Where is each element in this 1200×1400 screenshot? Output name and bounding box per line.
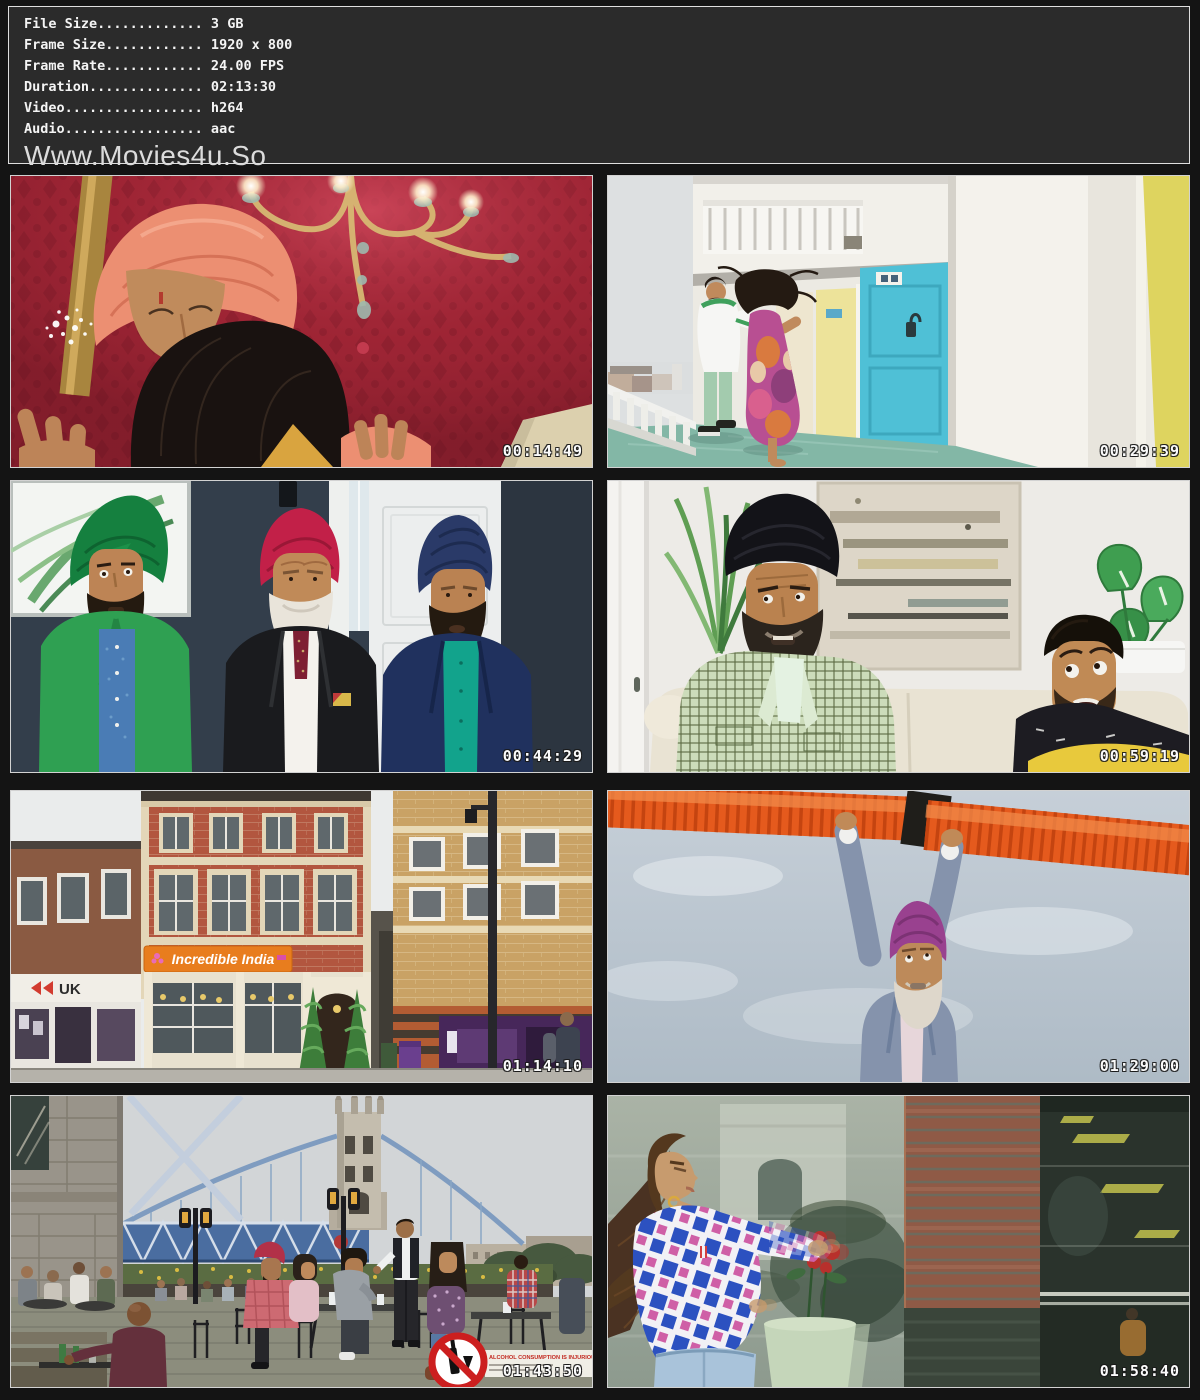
timestamp: 01:29:00 xyxy=(1100,1057,1180,1075)
abstract-painting xyxy=(818,483,1020,669)
shop-window xyxy=(1040,1096,1189,1387)
street-lamp-pole xyxy=(488,791,497,1082)
screenshot-cell-8: 01:58:40 xyxy=(607,1095,1190,1388)
alcohol-warning-text: ALCOHOL CONSUMPTION IS INJURIOUS xyxy=(489,1355,592,1361)
info-line-frame-rate: Frame Rate............ 24.00 FPS xyxy=(24,56,1189,77)
pink-jacket-woman xyxy=(289,1254,319,1322)
screenshot-4-image xyxy=(608,481,1189,772)
timestamp: 00:14:49 xyxy=(503,442,583,460)
media-info-sheet: File Size............. 3 GB Frame Size..… xyxy=(0,0,1200,1400)
screenshot-cell-5: UK xyxy=(10,790,593,1083)
distant-town xyxy=(608,362,693,394)
screenshot-7-image: ALCOHOL CONSUMPTION IS INJURIOUS xyxy=(11,1096,592,1387)
screenshot-cell-4: 00:59:19 xyxy=(607,480,1190,773)
screenshot-6-image xyxy=(608,791,1189,1082)
screenshot-2-image xyxy=(608,176,1189,467)
screenshot-5-image: UK xyxy=(11,791,592,1082)
screenshot-cell-2: 00:29:39 xyxy=(607,175,1190,468)
timestamp: 01:43:50 xyxy=(503,1362,583,1380)
right-hand xyxy=(353,414,409,461)
screenshot-1-image xyxy=(11,176,592,467)
timestamp: 01:58:40 xyxy=(1100,1362,1180,1380)
brick-pillar xyxy=(904,1096,1040,1387)
screenshot-cell-3: 00:44:29 xyxy=(10,480,593,773)
info-line-file-size: File Size............. 3 GB xyxy=(24,14,1189,35)
left-windows xyxy=(17,869,131,925)
chandelier-drop xyxy=(357,342,369,354)
timestamp: 00:44:29 xyxy=(503,747,583,765)
wall-lantern xyxy=(844,236,862,249)
timestamp: 00:59:19 xyxy=(1100,747,1180,765)
green-vase xyxy=(764,1317,870,1387)
incredible-india-building: Incredible India xyxy=(141,791,371,1082)
right-building xyxy=(381,791,592,1082)
info-line-duration: Duration.............. 02:13:30 xyxy=(24,77,1189,98)
screenshot-3-image xyxy=(11,481,592,772)
screenshot-cell-7: ALCOHOL CONSUMPTION IS INJURIOUS 01:43:5… xyxy=(10,1095,593,1388)
bridge-tower xyxy=(329,1096,387,1230)
info-line-video: Video................. h264 xyxy=(24,98,1189,119)
left-building: UK xyxy=(11,841,141,1068)
media-info-box: File Size............. 3 GB Frame Size..… xyxy=(8,6,1190,164)
site-watermark: Www.Movies4u.So xyxy=(24,140,1189,171)
info-line-audio: Audio................. aac xyxy=(24,119,1189,140)
wall-device xyxy=(279,481,297,507)
screenshot-8-image xyxy=(608,1096,1189,1387)
white-pillar xyxy=(956,176,1088,467)
timestamp: 01:14:10 xyxy=(503,1057,583,1075)
incredible-india-sign: Incredible India xyxy=(172,951,275,967)
door-handle xyxy=(634,677,640,692)
uk-sign: UK xyxy=(59,981,81,998)
green-bin xyxy=(381,1043,397,1068)
white-door-left xyxy=(608,481,649,772)
screenshot-cell-6: 01:29:00 xyxy=(607,790,1190,1083)
screenshot-cell-1: 00:14:49 xyxy=(10,175,593,468)
info-line-frame-size: Frame Size............ 1920 x 800 xyxy=(24,35,1189,56)
timestamp: 00:29:39 xyxy=(1100,442,1180,460)
